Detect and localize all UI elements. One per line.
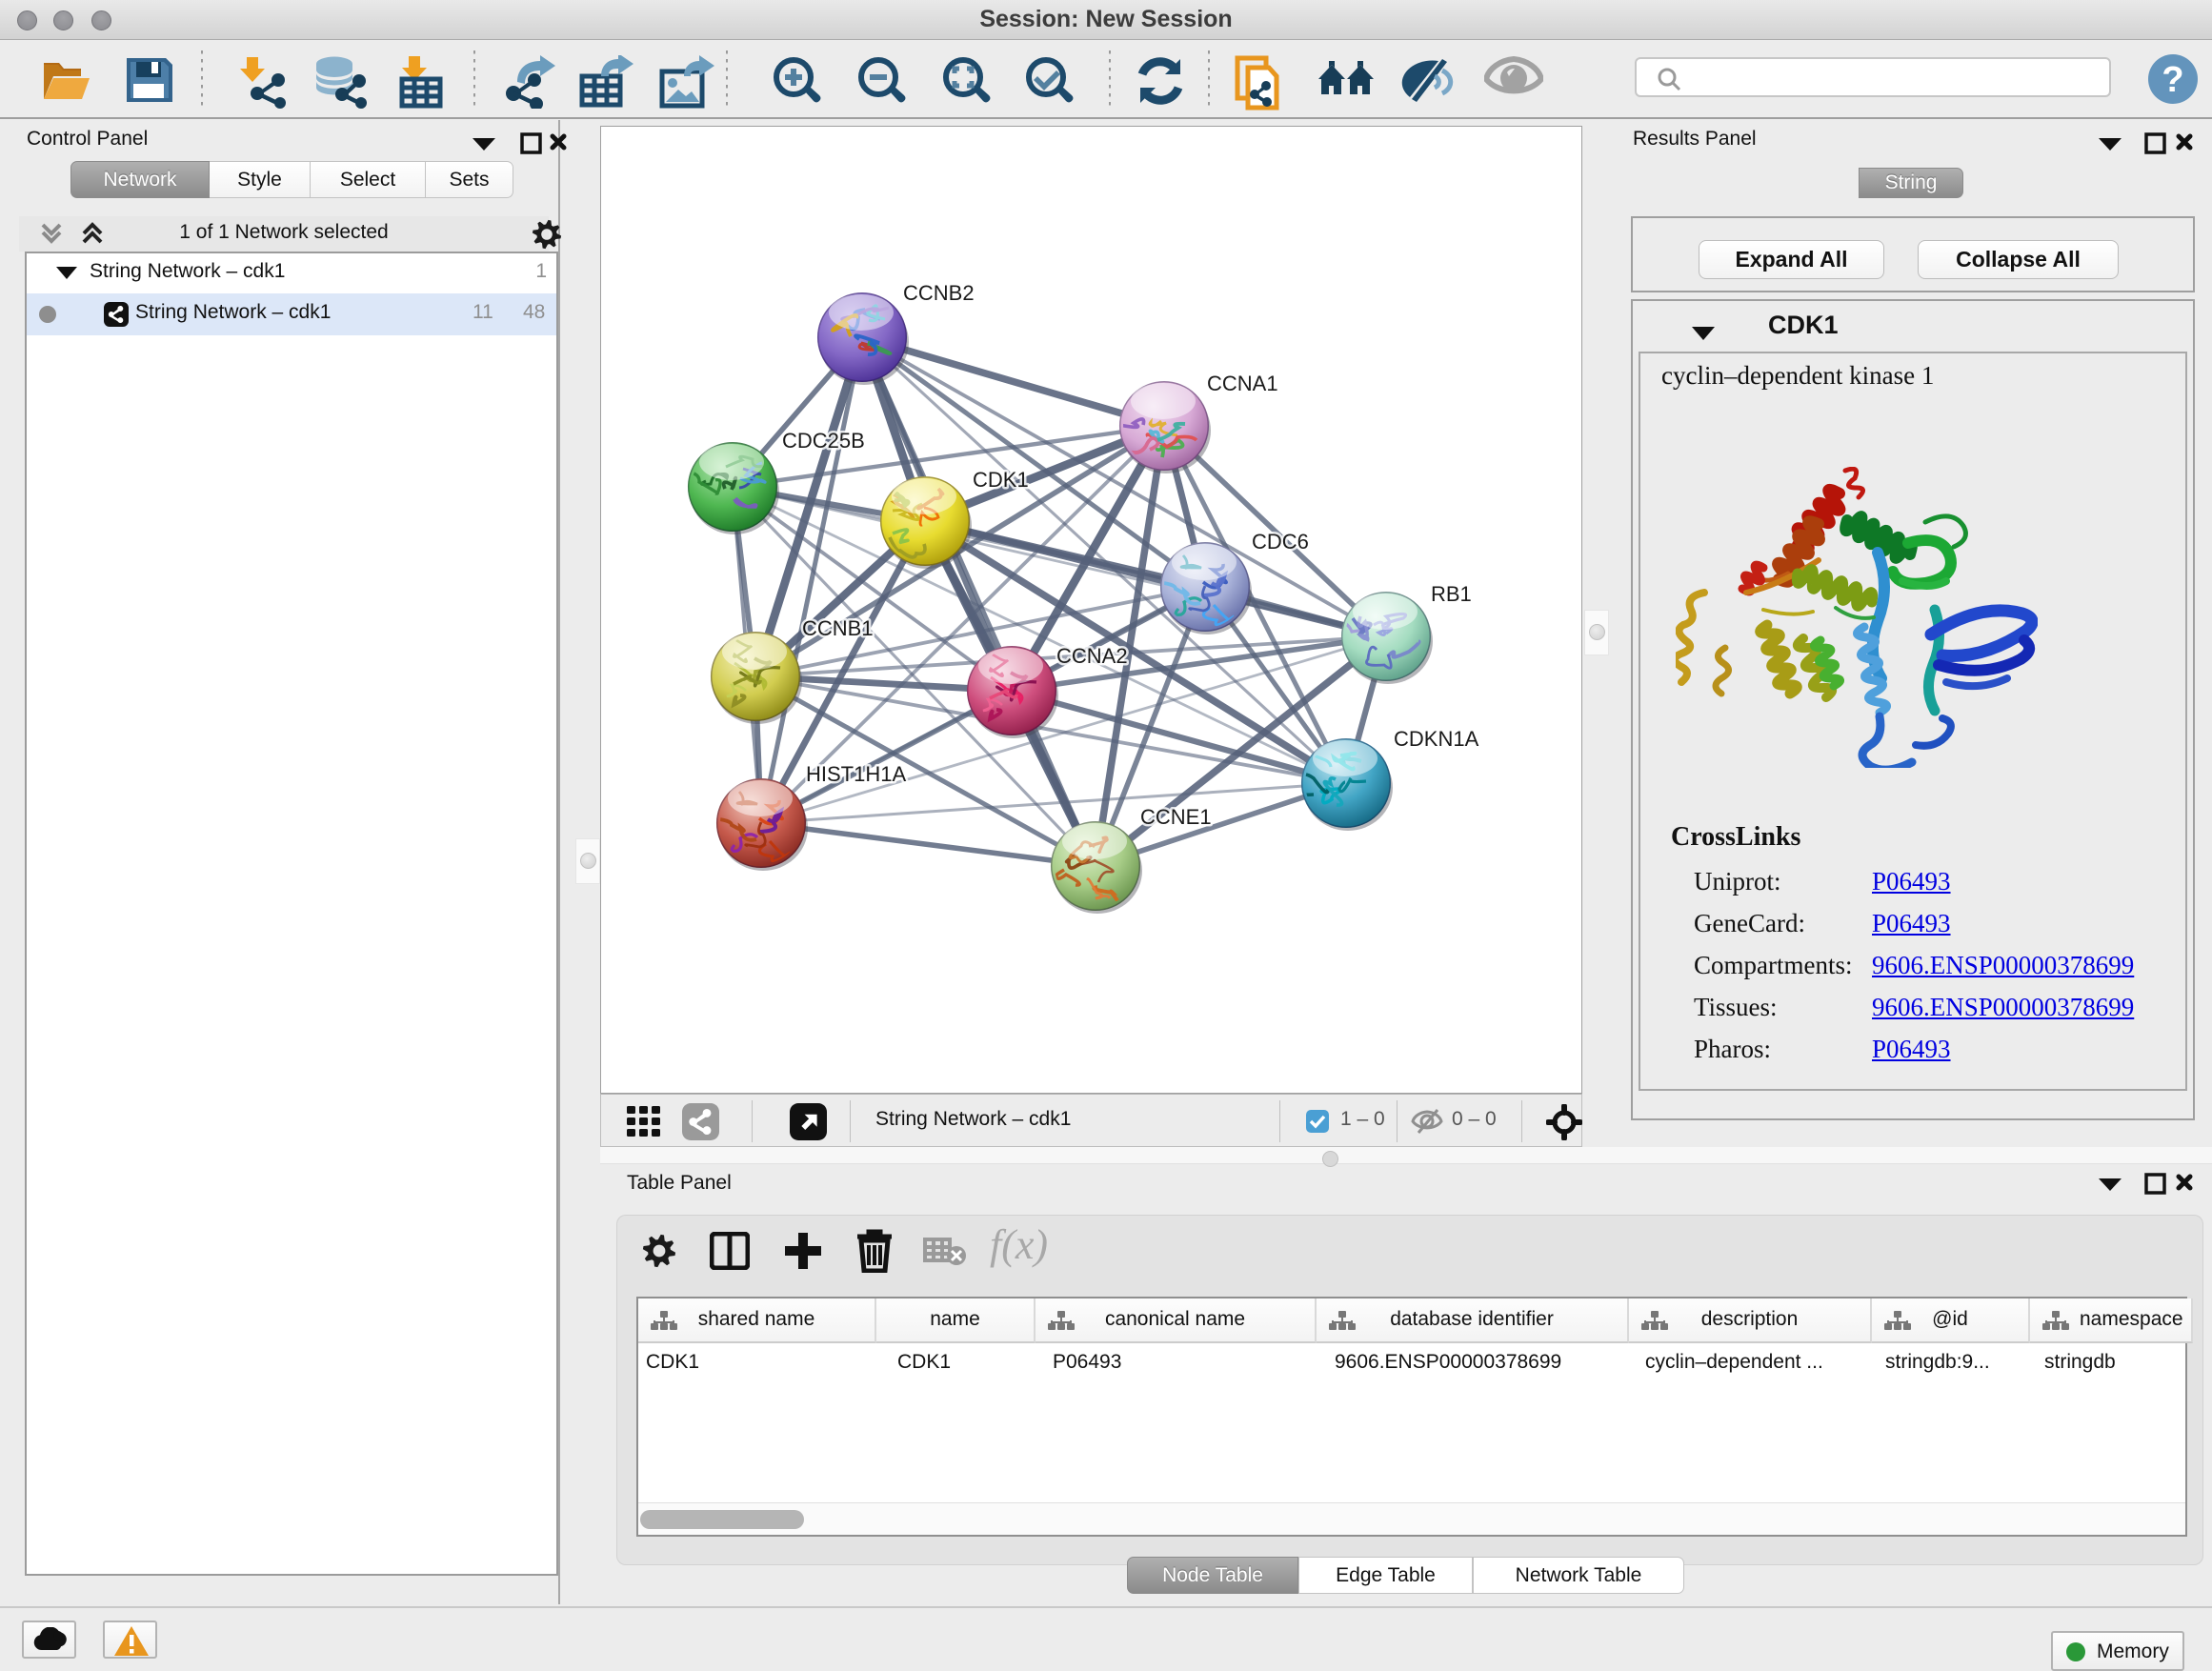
svg-text:HIST1H1A: HIST1H1A [806, 762, 906, 786]
svg-text:CCNE1: CCNE1 [1140, 805, 1212, 829]
svg-text:CDK1: CDK1 [973, 468, 1029, 492]
svg-text:RB1: RB1 [1431, 582, 1472, 606]
svg-text:CDC25B: CDC25B [782, 429, 865, 453]
svg-text:CCNA2: CCNA2 [1056, 644, 1128, 668]
svg-text:CDKN1A: CDKN1A [1394, 727, 1479, 751]
svg-text:CCNB1: CCNB1 [802, 616, 874, 640]
svg-text:CCNA1: CCNA1 [1207, 372, 1278, 395]
svg-text:CDC6: CDC6 [1252, 530, 1309, 554]
svg-text:CCNB2: CCNB2 [903, 281, 975, 305]
svg-text:?: ? [2162, 60, 2183, 100]
